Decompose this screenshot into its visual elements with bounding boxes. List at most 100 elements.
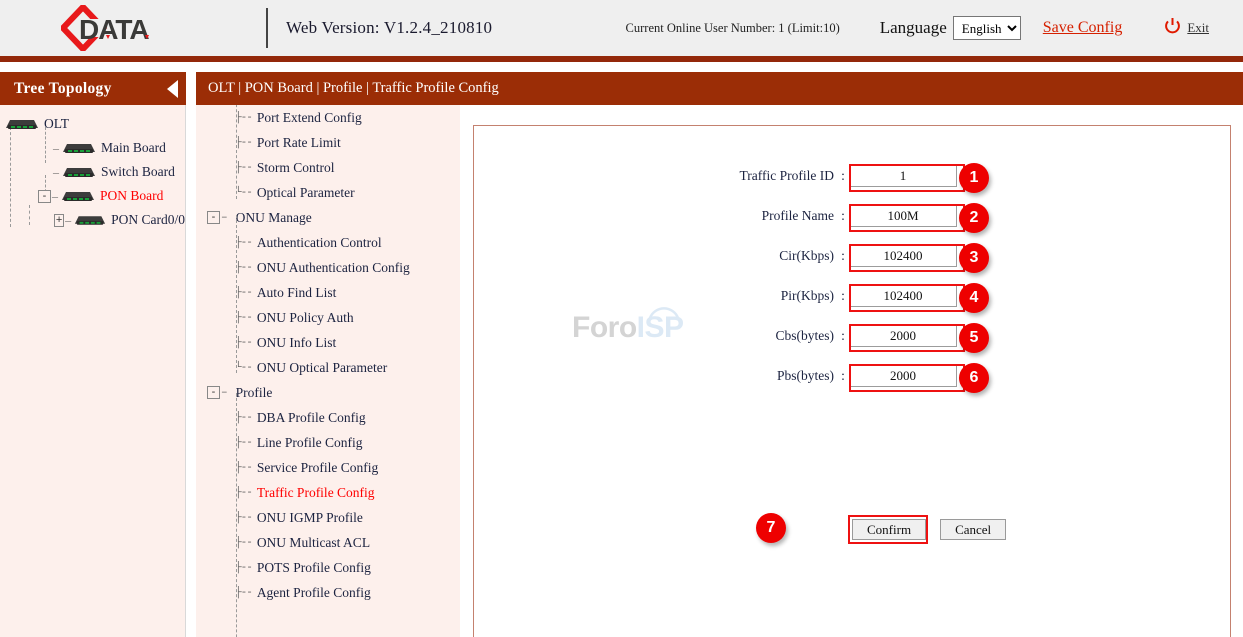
annotation-badge-7: 7: [756, 513, 786, 543]
nav-group[interactable]: -–ONU Manage: [196, 205, 443, 230]
confirm-button[interactable]: Confirm: [852, 519, 926, 540]
nav-item-label: Auto Find List: [257, 285, 337, 301]
nav-item[interactable]: ├--Storm Control: [196, 155, 443, 180]
nav-connector: ├--: [235, 112, 252, 124]
nav-scroll-area: ├--Port Extend Config├--Port Rate Limit├…: [196, 105, 443, 637]
field-label: Profile Name: [719, 208, 837, 224]
field-input[interactable]: [850, 206, 956, 226]
field-label: Traffic Profile ID: [719, 168, 837, 184]
field-colon: :: [837, 288, 849, 304]
nav-item[interactable]: ├--ONU Policy Auth: [196, 305, 443, 330]
nav-expander-icon[interactable]: -: [207, 211, 220, 224]
nav-item[interactable]: └--ONU Optical Parameter: [196, 355, 443, 380]
nav-item-label: ONU Optical Parameter: [257, 360, 387, 376]
exit-link[interactable]: Exit: [1187, 20, 1209, 36]
power-icon[interactable]: [1164, 17, 1181, 40]
nav-item[interactable]: ├-- Port Extend Config: [196, 105, 443, 130]
sidebar-header: Tree Topology: [0, 72, 186, 105]
nav-item[interactable]: ├--ONU Info List: [196, 330, 443, 355]
nav-item-label: Port Extend Config: [257, 110, 362, 126]
nav-item[interactable]: ├--Agent Profile Config: [196, 580, 443, 605]
nav-item[interactable]: ├--ONU Multicast ACL: [196, 530, 443, 555]
field-input[interactable]: [850, 286, 956, 306]
tree-topology-panel: OLT–Main Board–Switch Board-–PON Board+–…: [0, 105, 186, 637]
nav-item[interactable]: ├-- POTS Profile Config: [196, 555, 443, 580]
nav-connector: ├--: [235, 562, 252, 574]
field-colon: :: [837, 208, 849, 224]
field-input-wrap[interactable]: [849, 165, 957, 187]
nav-item-label: Line Profile Config: [257, 435, 363, 451]
nav-item[interactable]: ├--ONU IGMP Profile: [196, 505, 443, 530]
nav-item[interactable]: ├--Auto Find List: [196, 280, 443, 305]
nav-item[interactable]: ├-- Service Profile Config: [196, 455, 443, 480]
device-icon: [60, 189, 96, 203]
nav-connector: ├--: [235, 137, 252, 149]
field-input-wrap[interactable]: [849, 325, 957, 347]
tree-expander-icon[interactable]: +: [54, 214, 64, 227]
tree-node[interactable]: OLT: [0, 112, 185, 136]
nav-item-label: DBA Profile Config: [257, 410, 366, 426]
field-label: Cbs(bytes): [719, 328, 837, 344]
field-colon: :: [837, 328, 849, 344]
device-icon: [73, 213, 107, 227]
tree-expander-icon[interactable]: -: [38, 190, 51, 203]
breadcrumb: OLT | PON Board | Profile | Traffic Prof…: [208, 80, 499, 97]
nav-group[interactable]: -–Profile: [196, 380, 443, 405]
nav-connector: ├--: [235, 462, 252, 474]
nav-item[interactable]: ├--DBA Profile Config: [196, 405, 443, 430]
cdata-logo-icon: DATA: [61, 5, 201, 51]
tree-node-label: Switch Board: [101, 164, 175, 180]
nav-item[interactable]: ├-- Line Profile Config: [196, 430, 443, 455]
tree-connector: –: [52, 189, 58, 204]
tree-node[interactable]: +–PON Card0/0: [0, 208, 185, 232]
nav-connector: ├--: [235, 587, 252, 599]
field-input[interactable]: [850, 326, 956, 346]
nav-item-label: Service Profile Config: [257, 460, 378, 476]
nav-connector: ├--: [235, 437, 252, 449]
field-input[interactable]: [850, 246, 956, 266]
nav-connector: ├--: [235, 237, 252, 249]
nav-item-label: ONU Info List: [257, 335, 337, 351]
field-label: Pir(Kbps): [719, 288, 837, 304]
nav-connector: └--: [235, 187, 252, 199]
field-input[interactable]: [850, 366, 956, 386]
device-icon: [61, 165, 97, 179]
cancel-button[interactable]: Cancel: [940, 519, 1006, 540]
nav-connector: ├--: [235, 162, 252, 174]
tree-connector: –: [53, 141, 59, 156]
field-colon: :: [837, 368, 849, 384]
nav-connector: –: [221, 387, 227, 399]
annotation-badge-4: 4: [959, 283, 989, 313]
chevron-left-icon[interactable]: [167, 80, 178, 98]
tree-connector: –: [65, 213, 71, 228]
device-icon: [61, 141, 97, 155]
tree-node[interactable]: – Main Board: [0, 136, 185, 160]
form-row: Pir(Kbps):: [719, 281, 957, 311]
tree-node[interactable]: –Switch Board: [0, 160, 185, 184]
header-divider: [266, 8, 268, 48]
field-input-wrap[interactable]: [849, 205, 957, 227]
cdata-logo: DATA: [0, 0, 262, 56]
nav-item-label: Authentication Control: [257, 235, 382, 251]
nav-item-label: POTS Profile Config: [257, 560, 371, 576]
form-actions: Confirm Cancel: [852, 519, 1006, 540]
breadcrumb-bar: OLT | PON Board | Profile | Traffic Prof…: [196, 72, 1243, 105]
nav-item[interactable]: ├-- Authentication Control: [196, 230, 443, 255]
save-config-link[interactable]: Save Config: [1043, 19, 1123, 37]
tree-node[interactable]: -–PON Board: [0, 184, 185, 208]
field-input-wrap[interactable]: [849, 285, 957, 307]
nav-item[interactable]: ├--Traffic Profile Config: [196, 480, 443, 505]
nav-item[interactable]: ├--ONU Authentication Config: [196, 255, 443, 280]
field-colon: :: [837, 168, 849, 184]
nav-item[interactable]: └--Optical Parameter: [196, 180, 443, 205]
language-select[interactable]: English: [953, 16, 1021, 40]
field-input-wrap[interactable]: [849, 365, 957, 387]
annotation-badge-2: 2: [959, 203, 989, 233]
field-input[interactable]: [850, 166, 956, 186]
nav-expander-icon[interactable]: -: [207, 386, 220, 399]
nav-connector: ├--: [235, 537, 252, 549]
nav-item[interactable]: ├--Port Rate Limit: [196, 130, 443, 155]
field-input-wrap[interactable]: [849, 245, 957, 267]
nav-connector: ├--: [235, 262, 252, 274]
tree-node-label: Main Board: [101, 140, 166, 156]
